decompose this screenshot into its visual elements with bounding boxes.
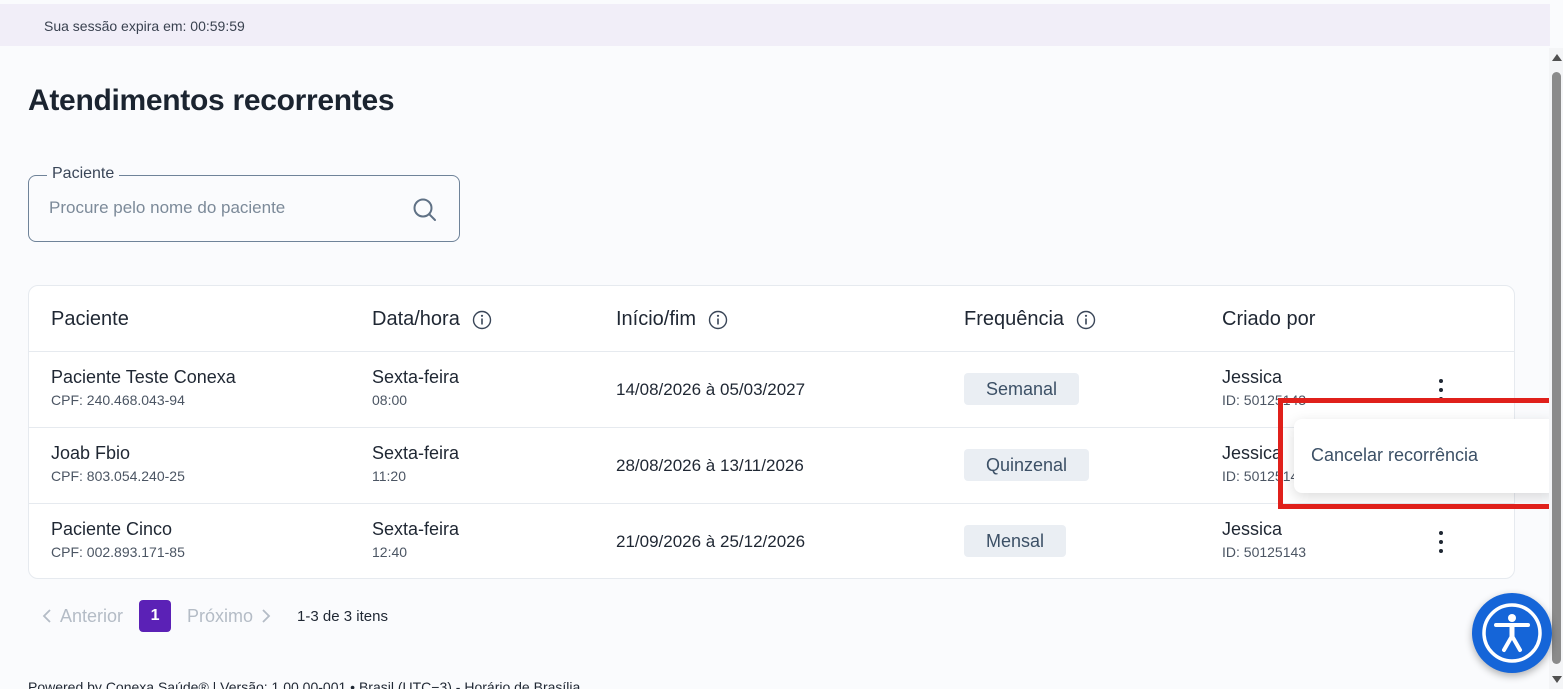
recurrences-table: Paciente Data/hora Início/fim Frequência…: [28, 285, 1515, 579]
table-header: Paciente Data/hora Início/fim Frequência…: [29, 286, 1514, 352]
datetime-cell: Sexta-feira 12:40: [372, 519, 459, 560]
patient-cpf: CPF: 240.468.043-94: [51, 392, 185, 408]
table-row: Paciente Cinco CPF: 002.893.171-85 Sexta…: [29, 504, 1514, 580]
row-actions-menu: Cancelar recorrência: [1294, 419, 1556, 493]
column-header-inicio-fim: Início/fim: [616, 308, 728, 331]
table-row: Paciente Teste Conexa CPF: 240.468.043-9…: [29, 352, 1514, 428]
chevron-left-icon: [42, 609, 51, 623]
period: 14/08/2026 à 05/03/2027: [616, 380, 806, 399]
chevron-right-icon: [262, 609, 271, 623]
search-input[interactable]: [49, 194, 409, 222]
creator-id: ID: 50125143: [1222, 392, 1307, 408]
patient-cpf: CPF: 803.054.240-25: [51, 468, 185, 484]
next-page-button[interactable]: Próximo: [187, 606, 271, 627]
time: 12:40: [372, 544, 408, 560]
info-icon[interactable]: [472, 310, 492, 330]
patient-cell: Paciente Cinco CPF: 002.893.171-85: [51, 519, 185, 560]
weekday: Sexta-feira: [372, 443, 460, 463]
accessibility-icon: [1482, 603, 1542, 663]
page-1-button[interactable]: 1: [139, 600, 172, 632]
vertical-scrollbar[interactable]: [1549, 48, 1563, 689]
column-header-data-hora: Data/hora: [372, 308, 492, 331]
table-row: Joab Fbio CPF: 803.054.240-25 Sexta-feir…: [29, 428, 1514, 504]
info-icon[interactable]: [708, 310, 728, 330]
previous-page-button[interactable]: Anterior: [42, 606, 123, 627]
column-header-criado-por: Criado por: [1222, 308, 1316, 330]
datetime-cell: Sexta-feira 11:20: [372, 443, 459, 484]
weekday: Sexta-feira: [372, 367, 460, 387]
scroll-down-icon[interactable]: [1552, 676, 1562, 683]
frequency-badge: Semanal: [964, 373, 1080, 405]
previous-label: Anterior: [60, 605, 124, 626]
weekday: Sexta-feira: [372, 519, 460, 539]
creator-id: ID: 50125143: [1222, 544, 1307, 560]
search-label: Paciente: [47, 165, 120, 183]
scrollbar-thumb[interactable]: [1552, 72, 1561, 664]
patient-cell: Joab Fbio CPF: 803.054.240-25: [51, 443, 185, 484]
creator-cell: Jessica ID: 50125143: [1222, 519, 1306, 560]
creator-cell: Jessica ID: 50125143: [1222, 367, 1306, 408]
frequency-badge: Quinzenal: [964, 449, 1090, 481]
info-icon[interactable]: [1076, 310, 1096, 330]
frequency-badge: Mensal: [964, 525, 1067, 557]
datetime-cell: Sexta-feira 08:00: [372, 367, 459, 408]
creator-name: Jessica: [1222, 519, 1283, 539]
cancel-recurrence-menu-item[interactable]: Cancelar recorrência: [1311, 445, 1478, 466]
patient-cpf: CPF: 002.893.171-85: [51, 544, 185, 560]
pagination-info: 1-3 de 3 itens: [297, 607, 388, 625]
search-icon[interactable]: [412, 197, 438, 223]
session-bar: Sua sessão expira em: 00:59:59: [0, 4, 1550, 46]
accessibility-button[interactable]: [1472, 593, 1552, 673]
next-label: Próximo: [187, 605, 254, 626]
time: 08:00: [372, 392, 408, 408]
period: 21/09/2026 à 25/12/2026: [616, 532, 806, 551]
period: 28/08/2026 à 13/11/2026: [616, 456, 804, 475]
patient-name: Paciente Teste Conexa: [51, 367, 236, 387]
column-header-frequencia: Frequência: [964, 308, 1096, 331]
patient-search-field[interactable]: Paciente: [28, 165, 460, 242]
time: 11:20: [372, 468, 406, 484]
column-header-paciente: Paciente: [51, 308, 129, 330]
footer-text: Powered by Conexa Saúde® | Versão: 1.00.…: [28, 679, 581, 689]
pagination: Anterior 1 Próximo 1-3 de 3 itens: [42, 600, 388, 632]
patient-cell: Paciente Teste Conexa CPF: 240.468.043-9…: [51, 367, 236, 408]
patient-name: Joab Fbio: [51, 443, 131, 463]
creator-name: Jessica: [1222, 367, 1283, 387]
scroll-up-icon[interactable]: [1552, 54, 1562, 61]
kebab-icon[interactable]: [1431, 372, 1451, 408]
patient-name: Paciente Cinco: [51, 519, 173, 539]
session-timer: Sua sessão expira em: 00:59:59: [44, 18, 245, 34]
page-title: Atendimentos recorrentes: [28, 84, 395, 117]
kebab-icon[interactable]: [1431, 524, 1451, 560]
